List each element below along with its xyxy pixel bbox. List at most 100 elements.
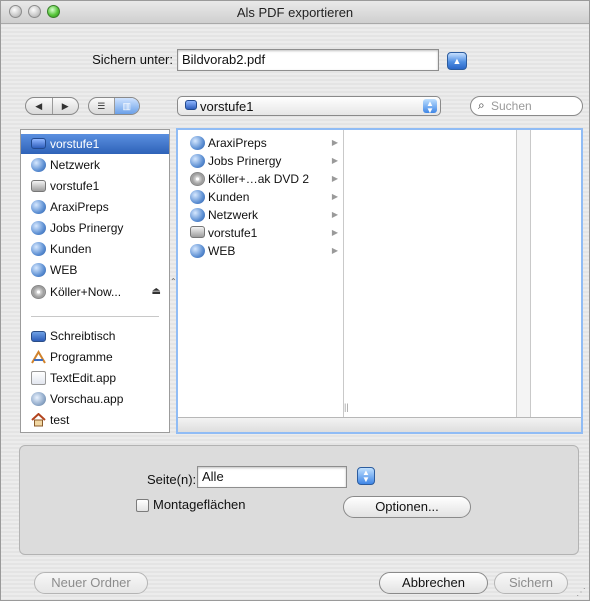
sidebar-item-label: Programme (50, 350, 113, 364)
disclosure-arrow-icon: ▶ (331, 174, 338, 183)
save-as-label: Sichern unter: (92, 52, 173, 67)
location-popup[interactable]: vorstufe1 ▲ ▼ (177, 96, 441, 116)
save-button[interactable]: Sichern (494, 572, 568, 594)
disclosure-arrow-icon: ▶ (331, 228, 338, 237)
new-folder-button[interactable]: Neuer Ordner (34, 572, 148, 594)
horizontal-scrollbar[interactable] (178, 417, 581, 432)
browser-item-label: Jobs Prinergy (208, 154, 282, 168)
sidebar: vorstufe1 Netzwerk vorstufe1 AraxiPreps … (20, 129, 170, 433)
monitor-icon (31, 138, 46, 149)
browser-item-jobs-prinergy[interactable]: Jobs Prinergy ▶ (184, 152, 342, 170)
browser-column-4 (531, 130, 581, 418)
pages-label: Seite(n): (147, 472, 197, 487)
sidebar-item-label: WEB (50, 263, 78, 277)
network-globe-icon (190, 208, 205, 222)
view-mode-control: ☰ ▥ (88, 97, 140, 115)
title-bar: Als PDF exportieren (1, 1, 589, 24)
window-title: Als PDF exportieren (236, 5, 354, 20)
sidebar-item-label: TextEdit.app (50, 371, 117, 385)
hard-disk-icon (190, 226, 205, 238)
sidebar-item-koeller-dvd[interactable]: Köller+Now... ⏏ (21, 282, 169, 302)
network-globe-icon (190, 244, 205, 258)
sidebar-item-web[interactable]: WEB (21, 260, 169, 280)
browser-item-kunden[interactable]: Kunden ▶ (184, 188, 342, 206)
dvd-icon (31, 285, 46, 299)
disclosure-arrow-icon: ▶ (331, 246, 338, 255)
sidebar-item-kunden[interactable]: Kunden (21, 239, 169, 259)
eject-icon[interactable]: ⏏ (152, 282, 161, 302)
network-globe-icon (31, 200, 46, 214)
filename-field[interactable]: Bildvorab2.pdf (177, 49, 439, 71)
montage-label[interactable]: Montageflächen (153, 497, 246, 512)
montage-checkbox[interactable] (136, 499, 149, 512)
browser-item-koeller-dvd[interactable]: Köller+…ak DVD 2 ▶ (184, 170, 342, 188)
browser-column-3 (517, 130, 531, 418)
search-icon: ⌕ (478, 98, 485, 112)
hard-disk-icon (31, 180, 46, 192)
sidebar-item-vorstufe1-device[interactable]: vorstufe1 (21, 134, 169, 154)
pages-stepper-icon[interactable]: ▲ ▼ (357, 467, 375, 485)
browser-item-label: vorstufe1 (208, 226, 258, 240)
browser-item-vorstufe1[interactable]: vorstufe1 ▶ (184, 224, 342, 242)
back-forward-control: ◀ ▶ (25, 97, 79, 115)
disclosure-arrow-icon: ▶ (331, 156, 338, 165)
browser-column-1: AraxiPreps ▶ Jobs Prinergy ▶ Köller+…ak … (178, 130, 344, 418)
network-globe-icon (31, 263, 46, 277)
forward-button[interactable]: ▶ (51, 98, 79, 114)
sidebar-item-label: Jobs Prinergy (50, 221, 124, 235)
disclosure-arrow-icon: ▶ (331, 210, 338, 219)
home-icon (31, 412, 46, 427)
sidebar-item-label: Netzwerk (50, 158, 101, 172)
sidebar-item-label: Schreibtisch (50, 329, 116, 343)
filename-value: Bildvorab2.pdf (182, 52, 266, 67)
browser-item-label: Netzwerk (208, 208, 259, 222)
file-browser: AraxiPreps ▶ Jobs Prinergy ▶ Köller+…ak … (176, 128, 583, 434)
back-button[interactable]: ◀ (26, 98, 52, 114)
triangle-up-icon: ▲ (452, 56, 462, 66)
sidebar-item-label: Kunden (50, 242, 92, 256)
browser-item-label: Köller+…ak DVD 2 (208, 172, 310, 186)
browser-item-label: AraxiPreps (208, 136, 267, 150)
popup-arrows-icon: ▲ ▼ (423, 99, 437, 115)
sidebar-item-textedit[interactable]: TextEdit.app (21, 368, 169, 388)
browser-item-label: WEB (208, 244, 236, 258)
pages-value: Alle (202, 469, 224, 484)
network-globe-icon (31, 158, 46, 172)
collapse-dialog-button[interactable]: ▲ (447, 52, 467, 70)
search-field[interactable]: ⌕ Suchen (470, 96, 583, 116)
browser-column-2 (344, 130, 517, 418)
browser-item-web[interactable]: WEB ▶ (184, 242, 342, 260)
sidebar-item-test[interactable]: test (21, 410, 169, 430)
sidebar-item-schreibtisch[interactable]: Schreibtisch (21, 326, 169, 346)
column-resize-handle[interactable]: || (344, 402, 349, 412)
dvd-icon (190, 172, 205, 186)
sidebar-item-jobs-prinergy[interactable]: Jobs Prinergy (21, 218, 169, 238)
pages-field[interactable]: Alle (197, 466, 347, 488)
browser-item-label: Kunden (208, 190, 250, 204)
browser-item-netzwerk[interactable]: Netzwerk ▶ (184, 206, 342, 224)
sidebar-item-vorstufe1-disk[interactable]: vorstufe1 (21, 176, 169, 196)
options-button[interactable]: Optionen... (343, 496, 471, 518)
network-globe-icon (190, 154, 205, 168)
sidebar-item-netzwerk[interactable]: Netzwerk (21, 155, 169, 175)
column-view-icon[interactable]: ▥ (113, 98, 139, 114)
textedit-icon (31, 371, 46, 385)
sidebar-divider (31, 316, 159, 317)
sidebar-item-label: test (50, 413, 70, 427)
export-options-box (19, 445, 579, 555)
cancel-button[interactable]: Abbrechen (379, 572, 488, 594)
resize-grip-icon[interactable]: ⋰ (576, 588, 586, 598)
location-label: vorstufe1 (200, 99, 254, 114)
sidebar-item-programme[interactable]: Programme (21, 347, 169, 367)
export-dialog: Als PDF exportieren Sichern unter: Bildv… (0, 0, 590, 601)
list-view-icon[interactable]: ☰ (89, 98, 114, 114)
browser-item-araxipreps[interactable]: AraxiPreps ▶ (184, 134, 342, 152)
preview-icon (31, 392, 46, 406)
disclosure-arrow-icon: ▶ (331, 192, 338, 201)
network-globe-icon (190, 136, 205, 150)
sidebar-item-araxipreps[interactable]: AraxiPreps (21, 197, 169, 217)
sidebar-item-label: Köller+Now... (50, 285, 122, 299)
sidebar-item-vorschau[interactable]: Vorschau.app (21, 389, 169, 409)
monitor-icon (185, 100, 197, 110)
desktop-icon (31, 331, 46, 342)
